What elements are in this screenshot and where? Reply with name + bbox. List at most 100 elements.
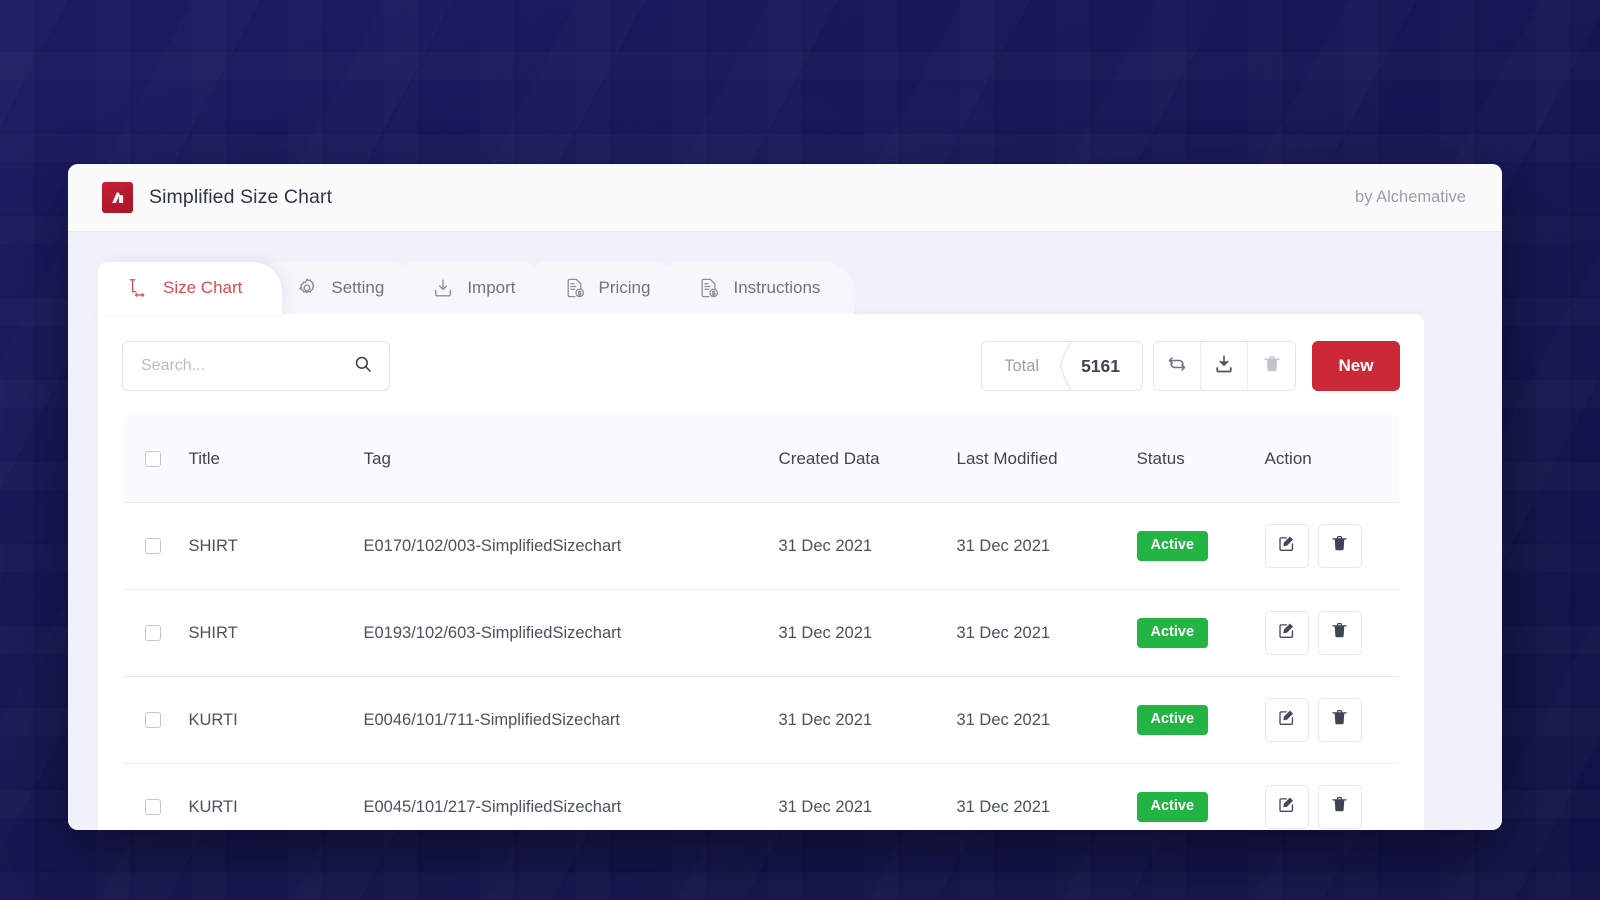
cell-tag: E0045/101/217-SimplifiedSizechart	[364, 764, 779, 831]
delete-row-button[interactable]	[1318, 698, 1362, 742]
select-all-header	[123, 415, 189, 503]
row-select-cell	[123, 590, 189, 677]
tab-label: Size Chart	[163, 278, 242, 298]
ruler-dimension-icon	[128, 277, 150, 299]
table-head: Title Tag Created Data Last Modified Sta…	[123, 415, 1400, 503]
edit-row-button[interactable]	[1265, 524, 1309, 568]
row-actions	[1265, 785, 1400, 829]
search-input[interactable]	[141, 357, 353, 375]
trash-icon	[1330, 621, 1349, 645]
trash-icon	[1330, 534, 1349, 558]
toolbar-right: Total 5161	[981, 341, 1400, 391]
edit-row-button[interactable]	[1265, 785, 1309, 829]
row-select-cell	[123, 764, 189, 831]
total-divider	[1059, 342, 1073, 390]
cell-created: 31 Dec 2021	[779, 503, 957, 590]
tab-label: Import	[467, 278, 515, 298]
column-header-created[interactable]: Created Data	[779, 415, 957, 503]
select-all-checkbox[interactable]	[145, 451, 161, 467]
size-chart-table: Title Tag Created Data Last Modified Sta…	[122, 414, 1400, 830]
document-dollar-icon	[564, 277, 586, 299]
cell-title: KURTI	[189, 677, 364, 764]
app-body: Size Chart Setting	[68, 232, 1502, 830]
refresh-button[interactable]	[1154, 342, 1201, 390]
cell-tag: E0046/101/711-SimplifiedSizechart	[364, 677, 779, 764]
column-header-title[interactable]: Title	[189, 415, 364, 503]
download-icon	[1213, 353, 1235, 380]
delete-row-button[interactable]	[1318, 611, 1362, 655]
brand: Simplified Size Chart	[102, 182, 332, 213]
page-title: Simplified Size Chart	[149, 186, 332, 209]
status-badge: Active	[1137, 618, 1209, 648]
cell-action	[1265, 764, 1400, 831]
gear-icon	[296, 277, 318, 299]
delete-row-button[interactable]	[1318, 785, 1362, 829]
trash-icon	[1262, 354, 1282, 379]
bulk-delete-button[interactable]	[1248, 342, 1295, 390]
tab-size-chart[interactable]: Size Chart	[98, 262, 282, 314]
cell-status: Active	[1137, 590, 1265, 677]
row-checkbox[interactable]	[145, 625, 161, 641]
edit-pencil-icon	[1277, 534, 1296, 558]
content-card: Total 5161	[98, 314, 1424, 830]
edit-row-button[interactable]	[1265, 698, 1309, 742]
trash-icon	[1330, 708, 1349, 732]
column-header-action: Action	[1265, 415, 1400, 503]
column-header-tag[interactable]: Tag	[364, 415, 779, 503]
tab-setting[interactable]: Setting	[266, 262, 418, 314]
table-row[interactable]: KURTI E0046/101/711-SimplifiedSizechart …	[123, 677, 1400, 764]
edit-pencil-icon	[1277, 621, 1296, 645]
table-body: SHIRT E0170/102/003-SimplifiedSizechart …	[123, 503, 1400, 831]
cell-action	[1265, 677, 1400, 764]
cell-title: SHIRT	[189, 503, 364, 590]
toolbar: Total 5161	[122, 340, 1400, 392]
row-checkbox[interactable]	[145, 712, 161, 728]
tab-label: Setting	[331, 278, 384, 298]
cell-status: Active	[1137, 677, 1265, 764]
cell-title: SHIRT	[189, 590, 364, 677]
table-row[interactable]: SHIRT E0193/102/603-SimplifiedSizechart …	[123, 590, 1400, 677]
import-download-icon	[432, 277, 454, 299]
edit-pencil-icon	[1277, 708, 1296, 732]
row-actions	[1265, 698, 1400, 742]
cell-modified: 31 Dec 2021	[957, 677, 1137, 764]
app-header: Simplified Size Chart by Alchemative	[68, 164, 1502, 232]
cell-created: 31 Dec 2021	[779, 677, 957, 764]
row-actions	[1265, 524, 1400, 568]
refresh-icon	[1166, 353, 1188, 380]
new-button[interactable]: New	[1312, 341, 1400, 391]
tab-instructions[interactable]: Instructions	[668, 262, 854, 314]
column-header-modified[interactable]: Last Modified	[957, 415, 1137, 503]
row-checkbox[interactable]	[145, 538, 161, 554]
tab-pricing[interactable]: Pricing	[534, 262, 685, 314]
cell-action	[1265, 503, 1400, 590]
brand-byline: by Alchemative	[1355, 188, 1466, 207]
download-button[interactable]	[1201, 342, 1248, 390]
document-dollar-icon	[698, 277, 720, 299]
tab-label: Instructions	[733, 278, 820, 298]
row-select-cell	[123, 677, 189, 764]
toolbar-icon-group	[1153, 341, 1296, 391]
cell-modified: 31 Dec 2021	[957, 590, 1137, 677]
table-row[interactable]: KURTI E0045/101/217-SimplifiedSizechart …	[123, 764, 1400, 831]
row-checkbox[interactable]	[145, 799, 161, 815]
cell-tag: E0193/102/603-SimplifiedSizechart	[364, 590, 779, 677]
total-label: Total	[982, 342, 1059, 390]
search-box[interactable]	[122, 341, 390, 391]
tab-label: Pricing	[599, 278, 651, 298]
status-badge: Active	[1137, 792, 1209, 822]
app-window: Simplified Size Chart by Alchemative	[68, 164, 1502, 830]
search-icon[interactable]	[353, 354, 373, 379]
tab-import[interactable]: Import	[402, 262, 549, 314]
cell-modified: 31 Dec 2021	[957, 764, 1137, 831]
column-header-status[interactable]: Status	[1137, 415, 1265, 503]
edit-pencil-icon	[1277, 795, 1296, 819]
table-row[interactable]: SHIRT E0170/102/003-SimplifiedSizechart …	[123, 503, 1400, 590]
edit-row-button[interactable]	[1265, 611, 1309, 655]
delete-row-button[interactable]	[1318, 524, 1362, 568]
table-header-row: Title Tag Created Data Last Modified Sta…	[123, 415, 1400, 503]
cell-created: 31 Dec 2021	[779, 590, 957, 677]
total-counter: Total 5161	[981, 341, 1143, 391]
total-value: 5161	[1073, 342, 1142, 390]
trash-icon	[1330, 795, 1349, 819]
